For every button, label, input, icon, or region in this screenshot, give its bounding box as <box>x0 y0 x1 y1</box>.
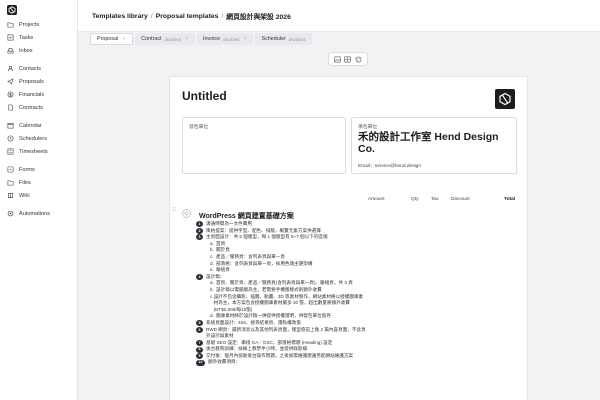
breadcrumb-current-template: 網頁設計與架設 2026 <box>226 14 291 21</box>
grid-button[interactable] <box>344 55 352 63</box>
sidebar-item-label: Projects <box>19 21 40 28</box>
client-party-box[interactable]: 發包單位 <box>182 117 346 174</box>
column-discount: Discount <box>451 197 470 202</box>
sidebar-item-projects[interactable]: Projects <box>0 18 78 31</box>
tab-label: Contract <box>141 36 162 42</box>
calendar-icon <box>7 122 14 129</box>
tab-label: Proposal <box>97 36 119 42</box>
disabled-badge: disabled <box>288 36 306 42</box>
palette-button[interactable] <box>355 55 363 63</box>
sidebar-item-label: Inbox <box>19 47 33 54</box>
sidebar-item-wiki[interactable]: Wiki <box>0 189 78 202</box>
sidebar-item-timesheets[interactable]: Timesheets <box>0 145 78 158</box>
proposal-document: Untitled 發包單位 承包單位 禾的設計工作室 Hend Design C… <box>169 76 528 400</box>
book-icon <box>7 192 14 199</box>
grid-icon <box>344 56 352 62</box>
brand-logo-icon[interactable] <box>495 89 515 109</box>
breadcrumb-separator: / <box>150 12 153 20</box>
sidebar-item-label: Automations <box>19 210 51 217</box>
breadcrumb-templates-library[interactable]: Templates library <box>92 13 148 20</box>
sidebar-item-schedulers[interactable]: Schedulers <box>0 132 78 145</box>
breadcrumb-proposal-templates[interactable]: Proposal templates <box>156 13 219 20</box>
sidebar-item-inbox[interactable]: Inbox <box>0 44 78 57</box>
document-title[interactable]: Untitled <box>182 89 227 103</box>
send-icon <box>7 78 14 85</box>
chevron-right-icon: › <box>186 36 189 42</box>
tab-scheduler[interactable]: Scheduler disabled <box>255 33 313 45</box>
sidebar-item-label: Calendar <box>19 122 42 129</box>
sidebar-item-label: Timesheets <box>19 148 48 155</box>
check-square-icon <box>7 34 14 41</box>
contractor-company-name: 禾的設計工作室 Hend Design Co. <box>358 131 499 155</box>
disabled-badge: disabled <box>223 36 240 42</box>
sidebar-item-contacts[interactable]: Contacts <box>0 62 78 75</box>
column-tax: Tax <box>431 197 439 202</box>
sidebar-item-financials[interactable]: Financials <box>0 88 78 101</box>
file-icon <box>7 179 14 186</box>
timesheet-icon <box>7 148 14 155</box>
sidebar-item-label: Tasks <box>19 34 34 41</box>
breadcrumb-separator: / <box>221 12 224 20</box>
sidebar-item-calendar[interactable]: Calendar <box>0 119 78 132</box>
column-qty: Qty <box>411 197 419 202</box>
column-amount: Amount <box>368 197 385 202</box>
sidebar-item-label: Schedulers <box>19 135 47 142</box>
tab-label: Invoice <box>203 36 221 42</box>
contractor-party-box[interactable]: 承包單位 禾的設計工作室 Hend Design Co. Email：servi… <box>351 117 517 174</box>
sidebar-item-label: Contracts <box>19 104 43 111</box>
breadcrumb: Templates library / Proposal templates /… <box>92 11 291 22</box>
sidebar-item-files[interactable]: Files <box>0 176 78 189</box>
item-image-icon[interactable] <box>182 209 191 218</box>
chevron-right-icon: › <box>123 36 126 42</box>
sidebar-item-automations[interactable]: Automations <box>0 207 78 220</box>
chevron-right-icon: › <box>244 36 247 42</box>
sidebar-item-tasks[interactable]: Tasks <box>0 31 78 44</box>
clock-icon <box>7 135 14 142</box>
sidebar-item-label: Proposals <box>19 78 44 85</box>
form-icon <box>7 166 14 173</box>
column-total: Total <box>504 197 516 202</box>
contractor-email: Email：service@hend.design <box>358 164 421 169</box>
drag-handle-icon[interactable]: ⠿ <box>172 207 178 215</box>
image-button[interactable] <box>333 55 341 63</box>
inbox-icon <box>7 47 14 54</box>
sidebar-item-label: Forms <box>19 166 35 173</box>
tab-label: Scheduler <box>261 36 286 42</box>
line-items-header: Amount Qty Tax Discount Total <box>182 197 515 205</box>
sidebar-nav: Projects Tasks Inbox Contacts Proposals … <box>0 18 78 220</box>
workflow-steps: Proposal › Contract disabled › Invoice d… <box>90 33 313 46</box>
tab-proposal[interactable]: Proposal › <box>90 33 134 45</box>
client-label: 發包單位 <box>189 125 209 130</box>
image-icon <box>334 56 341 62</box>
page-header: Templates library / Proposal templates /… <box>78 0 600 32</box>
line-item-title[interactable]: WordPress 網頁建置基礎方案 <box>199 211 294 221</box>
sidebar-item-forms[interactable]: Forms <box>0 163 78 176</box>
tab-invoice[interactable]: Invoice disabled › <box>197 33 254 45</box>
sidebar-item-contracts[interactable]: Contracts <box>0 101 78 114</box>
sidebar-item-label: Files <box>19 179 31 186</box>
document-toolbar <box>328 52 368 66</box>
line-item-description[interactable]: 1 溝通時間為一文件費用 2 風格提案：提供字型、配色、排版，概覽元素方案供選擇 3… <box>196 221 366 366</box>
contractor-label: 承包單位 <box>358 125 378 130</box>
app-logo-icon[interactable] <box>7 5 17 15</box>
sidebar-item-proposals[interactable]: Proposals <box>0 75 78 88</box>
sidebar: Projects Tasks Inbox Contacts Proposals … <box>0 0 78 400</box>
user-icon <box>7 65 14 72</box>
document-icon <box>7 104 14 111</box>
sidebar-item-label: Wiki <box>19 192 30 199</box>
disabled-badge: disabled <box>164 36 182 42</box>
palette-icon <box>355 56 362 62</box>
folder-icon <box>7 21 14 28</box>
automation-icon <box>7 210 14 217</box>
tab-contract[interactable]: Contract disabled › <box>135 33 196 45</box>
dollar-icon <box>7 91 14 98</box>
sidebar-item-label: Contacts <box>19 65 42 72</box>
sidebar-item-label: Financials <box>19 91 45 98</box>
